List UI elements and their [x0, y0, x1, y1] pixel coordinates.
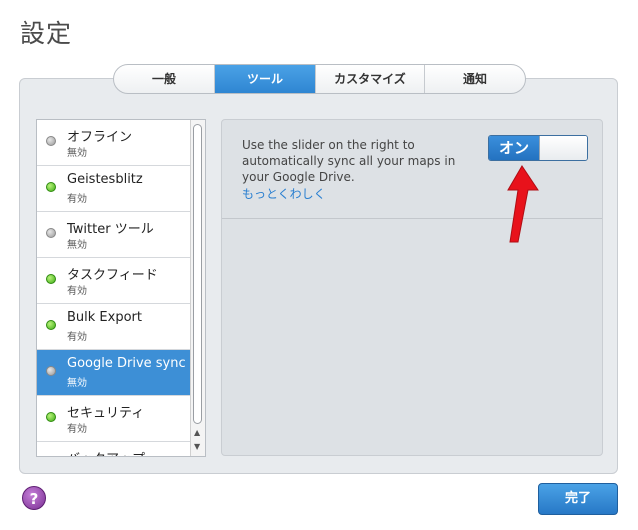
tab-customize[interactable]: カスタマイズ: [316, 65, 425, 93]
status-dot-icon: [46, 274, 56, 284]
scroll-down-icon[interactable]: ▼: [194, 442, 200, 452]
list-item[interactable]: Twitter ツール 無効: [37, 212, 205, 258]
tool-name: Twitter ツール: [67, 222, 154, 237]
status-dot-icon: [46, 320, 56, 330]
tool-name: セキュリティ: [67, 406, 145, 421]
done-button[interactable]: 完了: [538, 483, 618, 515]
list-item[interactable]: タスクフィード 有効: [37, 258, 205, 304]
red-arrow-annotation-icon: [507, 165, 539, 243]
list-item[interactable]: オフライン 無効: [37, 120, 205, 166]
list-item-selected[interactable]: Google Drive sync 無効: [37, 350, 205, 396]
tab-tools[interactable]: ツール: [215, 65, 316, 93]
tool-name: Geistesblitz: [67, 172, 143, 187]
status-dot-icon: [46, 182, 56, 192]
tool-status: 有効: [67, 286, 87, 297]
tool-status: 有効: [67, 424, 87, 435]
list-item[interactable]: Geistesblitz 有効: [37, 166, 205, 212]
list-item[interactable]: バックアップ: [37, 442, 205, 456]
tool-status: 有効: [67, 194, 87, 205]
scrollbar-thumb[interactable]: [193, 124, 202, 424]
toggle-knob[interactable]: [539, 136, 587, 160]
tool-name: バックアップ: [67, 448, 145, 456]
tool-status: 無効: [67, 378, 87, 389]
status-dot-icon: [46, 136, 56, 146]
tool-list[interactable]: オフライン 無効 Geistesblitz 有効 Twitter ツール 無効 …: [36, 119, 206, 457]
tab-general[interactable]: 一般: [114, 65, 215, 93]
sync-toggle[interactable]: オン: [488, 135, 588, 161]
tool-status: 有効: [67, 332, 87, 343]
learn-more-link[interactable]: もっとくわしく: [242, 185, 326, 202]
tool-status: 無効: [67, 148, 87, 159]
scrollbar[interactable]: ▲ ▼: [190, 120, 205, 456]
tool-name: タスクフィード: [67, 268, 158, 283]
toggle-on-label: オン: [489, 136, 539, 160]
tool-name: オフライン: [67, 130, 133, 145]
tool-name: Bulk Export: [67, 310, 142, 325]
list-item[interactable]: セキュリティ 有効: [37, 396, 205, 442]
status-dot-icon: [46, 366, 56, 376]
help-button[interactable]: ?: [22, 486, 46, 510]
status-dot-icon: [46, 228, 56, 238]
scroll-up-icon[interactable]: ▲: [194, 428, 200, 438]
tool-name: Google Drive sync: [67, 356, 186, 371]
list-item[interactable]: Bulk Export 有効: [37, 304, 205, 350]
tab-notifications[interactable]: 通知: [425, 65, 525, 93]
page-title: 設定: [20, 19, 73, 48]
tab-bar: 一般 ツール カスタマイズ 通知: [113, 64, 526, 94]
tool-description: Use the slider on the right to automatic…: [242, 138, 456, 184]
tool-detail-pane: Use the slider on the right to automatic…: [221, 119, 603, 456]
tool-status: 無効: [67, 240, 87, 251]
status-dot-icon: [46, 412, 56, 422]
detail-header: Use the slider on the right to automatic…: [222, 120, 602, 219]
